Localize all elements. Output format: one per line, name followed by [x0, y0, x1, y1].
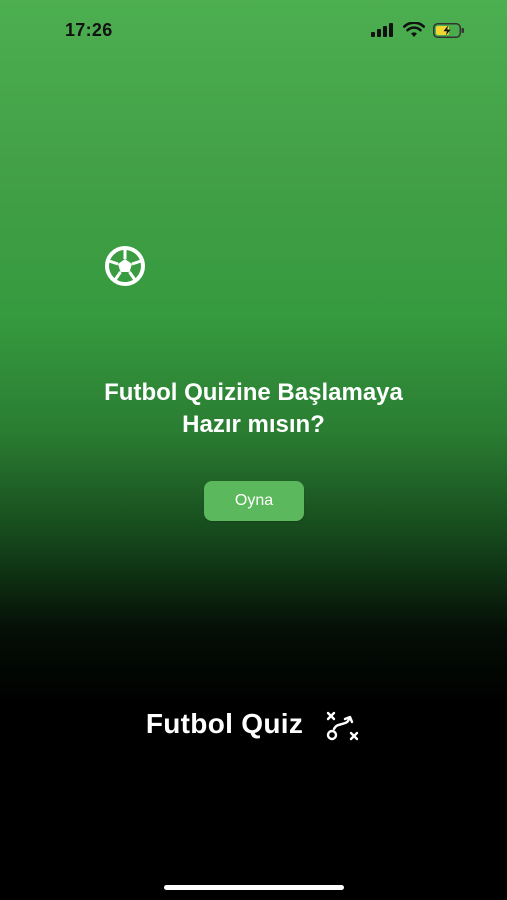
soccer-ball-icon	[105, 246, 145, 286]
brand: Futbol Quiz	[0, 704, 507, 744]
status-icons	[371, 22, 465, 38]
wifi-icon	[403, 22, 425, 37]
brand-name: Futbol Quiz	[145, 708, 304, 739]
home-indicator[interactable]	[164, 885, 344, 890]
prompt-title-line-1: Futbol Quizine Başlamaya	[104, 379, 403, 406]
battery-charging-icon	[433, 22, 464, 38]
cellular-signal-icon	[371, 23, 393, 37]
tactics-icon	[326, 711, 359, 741]
app-screen: 17:26 Futbol Quizine Başlamaya Hazır mıs…	[0, 0, 507, 900]
play-button[interactable]: Oyna	[204, 481, 304, 521]
status-bar: 17:26	[0, 0, 507, 60]
prompt-title: Futbol Quizine Başlamaya Hazır mısın?	[0, 377, 507, 441]
status-time: 17:26	[65, 20, 113, 40]
prompt-title-line-2: Hazır mısın?	[182, 411, 325, 438]
